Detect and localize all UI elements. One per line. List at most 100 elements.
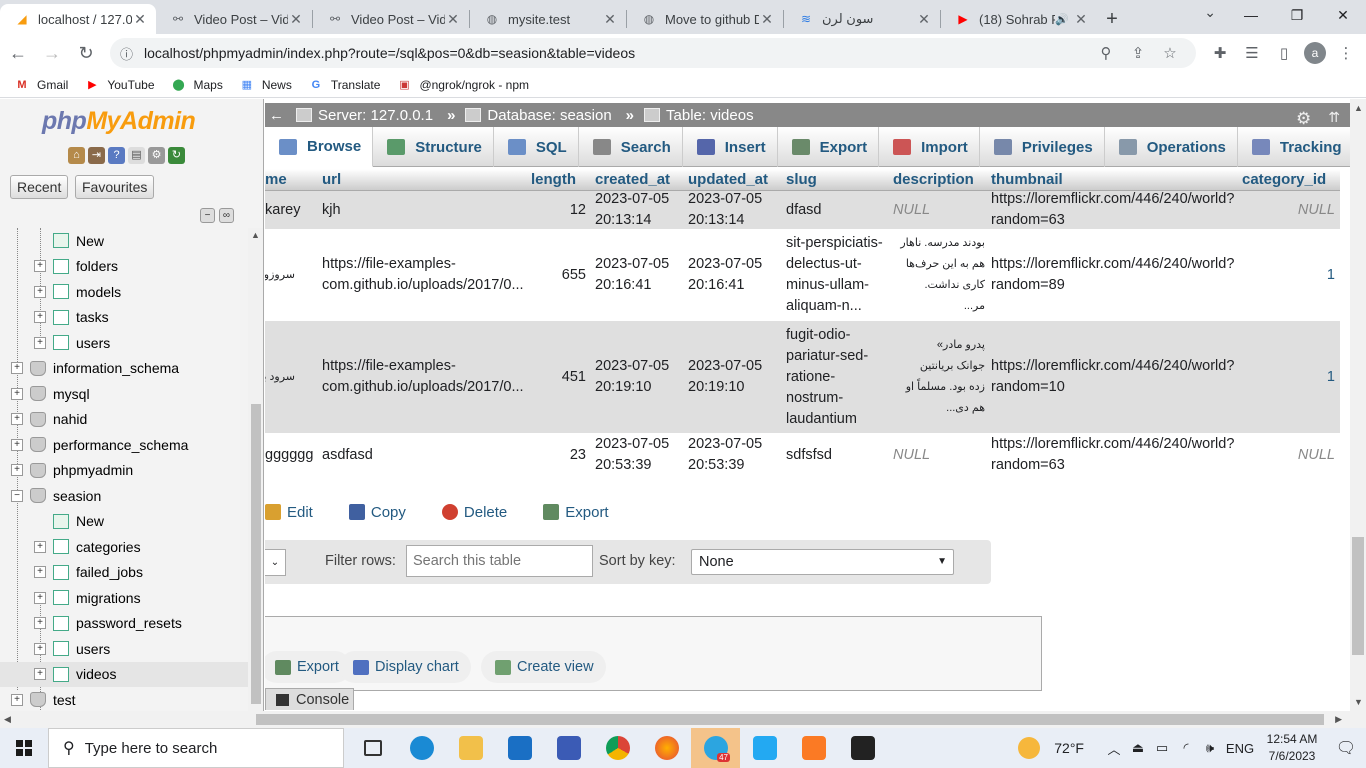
bookmark-news[interactable]: ▦ News [239, 78, 292, 92]
tab-structure[interactable]: Structure [373, 127, 494, 167]
profile-avatar[interactable]: a [1304, 42, 1326, 64]
tree-item-performance-schema[interactable]: + performance_schema [0, 432, 248, 458]
expand-icon[interactable]: + [11, 438, 23, 451]
taskbar-chrome[interactable] [593, 728, 642, 768]
close-tab-icon[interactable]: ✕ [916, 11, 932, 28]
expand-icon[interactable]: + [34, 591, 46, 604]
tab-tracking[interactable]: Tracking [1238, 127, 1350, 167]
settings-icon[interactable]: ⚙ [148, 147, 165, 164]
tab-sql[interactable]: SQL [494, 127, 579, 167]
wifi-icon[interactable]: ◜ [1174, 740, 1198, 756]
close-tab-icon[interactable]: ✕ [445, 11, 461, 28]
scroll-left-arrow[interactable]: ◀ [4, 714, 11, 725]
expand-icon[interactable]: + [11, 387, 23, 400]
bookmark-youtube[interactable]: ▶ YouTube [84, 78, 154, 92]
breadcrumb-table[interactable]: Table: videos [644, 107, 754, 124]
column-header-slug[interactable]: slug [786, 171, 817, 188]
breadcrumb-database[interactable]: Database: seasion [465, 107, 612, 124]
expand-icon[interactable]: + [34, 617, 46, 630]
browser-tab-4[interactable]: ◍ Move to github D ✕ [627, 4, 783, 34]
search-table-input[interactable]: Search this table [406, 545, 593, 577]
browser-tab-6[interactable]: ▶ (18) Sohrab P 🔊 ✕ [941, 4, 1097, 34]
phpmyadmin-logo[interactable]: phpMyAdmin [42, 107, 196, 136]
column-header-url[interactable]: url [322, 171, 341, 188]
expand-icon[interactable]: + [11, 464, 23, 477]
taskbar-search-box[interactable]: ⚲ Type here to search [48, 728, 344, 768]
taskbar-terminal[interactable] [838, 728, 887, 768]
expand-icon[interactable]: + [34, 668, 46, 681]
tree-item-users[interactable]: + users [0, 330, 248, 356]
tree-item-information-schema[interactable]: + information_schema [0, 356, 248, 382]
minimize-button[interactable]: — [1228, 0, 1274, 30]
export-button[interactable]: Export [543, 504, 609, 521]
table-row[interactable]: gggggg asdfasd 23 2023-07-05 20:53:39 2023-07… [265, 433, 1340, 477]
home-icon[interactable]: ⌂ [68, 147, 85, 164]
copy-button[interactable]: Copy [348, 504, 406, 521]
new-tab-button[interactable]: + [1097, 4, 1127, 34]
tree-item-mysql[interactable]: + mysql [0, 381, 248, 407]
display-chart-button[interactable]: Display chart [339, 651, 471, 683]
page-vertical-scrollbar[interactable]: ▲ ▼ [1350, 99, 1366, 711]
expand-icon[interactable]: + [34, 260, 46, 273]
expand-icon[interactable]: + [11, 413, 23, 426]
menu-icon[interactable]: ⋮ [1330, 44, 1362, 62]
expand-icon[interactable]: + [34, 642, 46, 655]
language-indicator[interactable]: ENG [1222, 741, 1258, 756]
taskbar-vscode[interactable] [740, 728, 789, 768]
nav-scroll-thumb[interactable] [251, 404, 261, 704]
docs-icon[interactable]: ▤ [128, 147, 145, 164]
tree-item-New[interactable]: New [0, 228, 248, 254]
collapse-all-icon[interactable]: − [200, 208, 215, 223]
edit-button[interactable]: Edit [265, 504, 313, 521]
column-header-created-at[interactable]: created_at [595, 171, 670, 188]
table-row[interactable]: karey kjh 12 2023-07-05 20:13:14 2023-07-05 20… [265, 191, 1340, 229]
hscroll-thumb[interactable] [256, 714, 1324, 725]
help-icon[interactable]: ? [108, 147, 125, 164]
browser-tab-2[interactable]: ⚯ Video Post – Vide ✕ [313, 4, 469, 34]
tab-export[interactable]: Export [778, 127, 880, 167]
tab-search-icon[interactable]: ⌄ [1204, 4, 1216, 21]
tree-item-models[interactable]: + models [0, 279, 248, 305]
column-header-length[interactable]: length [531, 171, 576, 188]
browser-tab-1[interactable]: ⚯ Video Post – Vide ✕ [156, 4, 312, 34]
tree-item-seasion[interactable]: − seasion [0, 483, 248, 509]
tree-item-tasks[interactable]: + tasks [0, 305, 248, 331]
volume-icon[interactable]: 🕪 [1198, 740, 1222, 756]
expand-icon[interactable]: + [34, 311, 46, 324]
expand-icon[interactable]: + [34, 566, 46, 579]
tree-item-videos[interactable]: + videos [0, 661, 248, 687]
taskbar-xampp[interactable] [789, 728, 838, 768]
delete-button[interactable]: Delete [441, 504, 507, 521]
scroll-down-arrow[interactable]: ▼ [1354, 697, 1363, 707]
battery-icon[interactable]: ▭ [1150, 740, 1174, 756]
link-with-main-icon[interactable]: ∞ [219, 208, 234, 223]
bookmark-translate[interactable]: G Translate [308, 78, 381, 92]
collapse-icon[interactable]: − [11, 489, 23, 502]
table-row[interactable]: سروزو ع https://file-examples-com.github.… [265, 229, 1340, 321]
restore-button[interactable]: ❐ [1274, 0, 1320, 30]
collapse-nav-arrow[interactable]: ← [269, 107, 284, 124]
close-tab-icon[interactable]: ✕ [759, 11, 775, 28]
expand-icon[interactable]: + [11, 693, 23, 706]
recent-button[interactable]: Recent [10, 175, 69, 199]
column-header-category-id[interactable]: category_id [1242, 171, 1326, 188]
column-header-description[interactable]: description [893, 171, 974, 188]
taskbar-store[interactable] [544, 728, 593, 768]
close-tab-icon[interactable]: ✕ [132, 11, 148, 28]
settings-gear-icon[interactable]: ⚙ [1296, 109, 1316, 129]
rows-per-page-select[interactable]: ⌄ [265, 549, 286, 576]
reading-list-icon[interactable]: ☰ [1236, 44, 1268, 62]
collapse-topbar-icon[interactable]: ⇈ [1328, 109, 1340, 126]
tree-item-users[interactable]: + users [0, 636, 248, 662]
scroll-right-arrow[interactable]: ▶ [1335, 714, 1342, 725]
expand-icon[interactable]: + [34, 336, 46, 349]
weather-widget[interactable]: 72°F [1018, 737, 1084, 759]
tree-item-folders[interactable]: + folders [0, 254, 248, 280]
tree-item-password-resets[interactable]: + password_resets [0, 611, 248, 637]
close-window-button[interactable]: ✕ [1320, 0, 1366, 30]
expand-icon[interactable]: + [11, 362, 23, 375]
expand-icon[interactable]: + [34, 285, 46, 298]
start-button[interactable] [0, 728, 48, 768]
tree-item-nahid[interactable]: + nahid [0, 407, 248, 433]
reload-button[interactable]: ↻ [70, 37, 102, 69]
